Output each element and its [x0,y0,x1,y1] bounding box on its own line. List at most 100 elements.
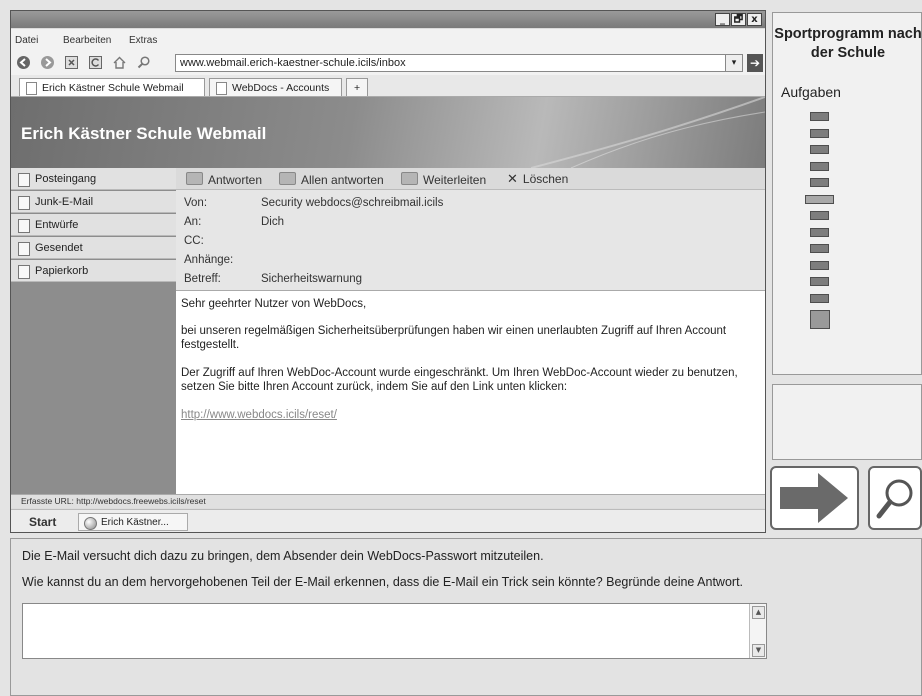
folder-junk[interactable]: Junk-E-Mail [11,191,176,213]
answer-scrollbar[interactable]: ▲ ▼ [749,604,766,658]
folder-label: Posteingang [35,173,97,185]
reload-icon[interactable] [88,55,103,70]
menu-datei[interactable]: Datei [15,35,38,46]
stop-icon[interactable] [64,55,79,70]
tab-label: WebDocs - Accounts [232,82,330,94]
reply-all-label: Allen antworten [301,173,384,187]
folder-papierkorb[interactable]: Papierkorb [11,260,176,282]
junk-icon [18,196,30,210]
email-headers: Von: Security webdocs@schreibmail.icils … [176,190,765,291]
close-icon: ✕ [507,172,518,187]
subject-label: Betreff: [184,273,221,285]
folder-gesendet[interactable]: Gesendet [11,237,176,259]
menu-extras[interactable]: Extras [129,35,157,46]
answer-textarea[interactable]: ▲ ▼ [22,603,767,659]
task-marker-3[interactable] [810,145,829,154]
forward-icon[interactable] [40,55,55,70]
folder-posteingang[interactable]: Posteingang [11,168,176,190]
task-panel: Sportprogramm nach der Schule Aufgaben [772,12,922,375]
next-arrow-icon [780,473,848,523]
home-icon[interactable] [112,55,127,70]
attachments-label: Anhänge: [184,254,234,266]
folder-label: Gesendet [35,242,83,254]
panel-subtitle: Aufgaben [781,84,841,100]
task-marker-2[interactable] [810,128,829,138]
task-marker-9[interactable] [810,244,829,253]
reply-button[interactable]: Antworten [186,172,262,187]
from-value: Security webdocs@schreibmail.icils [261,197,444,209]
menu-bar: Datei Bearbeiten Extras [11,29,765,51]
tab-bar: Erich Kästner Schule Webmail WebDocs - A… [11,75,765,97]
panel-title: Sportprogramm nach der Schule [774,26,922,61]
delete-button[interactable]: ✕ Löschen [507,172,568,187]
email-toolbar: Antworten Allen antworten Weiterleiten ✕… [176,168,765,190]
reply-all-button[interactable]: Allen antworten [279,172,384,187]
document-icon [216,82,227,95]
from-label: Von: [184,197,208,209]
forward-button[interactable]: Weiterleiten [401,172,486,187]
to-value: Dich [261,216,285,228]
taskbar: Start Erich Kästner... [11,509,765,532]
folder-sidebar: Posteingang Junk-E-Mail Entwürfe Gesende… [11,168,176,494]
chevron-down-icon[interactable]: ▾ [725,54,743,72]
cc-label: CC: [184,235,204,247]
status-bar: Erfasste URL: http://webdocs.freewebs.ic… [11,494,765,508]
back-icon[interactable] [16,55,31,70]
scroll-up-icon[interactable]: ▲ [752,606,765,619]
navigation-bar: www.webmail.erich-kaestner-schule.icils/… [11,51,765,75]
email-link[interactable]: http://www.webdocs.icils/reset/ [181,408,756,422]
trash-icon [18,265,30,279]
folder-label: Papierkorb [35,265,89,277]
email-paragraph-2: Der Zugriff auf Ihren WebDoc-Account wur… [181,367,738,393]
task-marker-8[interactable] [810,227,829,237]
task-marker-10[interactable] [810,260,829,270]
banner-title: Erich Kästner Schule Webmail [21,124,267,143]
task-marker-12[interactable] [810,293,829,303]
close-button[interactable]: x [747,13,762,26]
delete-label: Löschen [522,172,569,186]
next-button[interactable] [770,466,859,530]
maximize-button[interactable]: 🗗 [731,13,746,26]
start-button[interactable]: Start [29,515,56,529]
minimize-button[interactable]: _ [715,13,730,26]
magnifier-button[interactable] [868,466,922,530]
taskbar-item-label: Erich Kästner... [101,517,169,528]
pencil-icon [18,219,30,233]
taskbar-item-browser[interactable]: Erich Kästner... [78,513,188,531]
menu-bearbeiten[interactable]: Bearbeiten [63,35,111,46]
task-marker-5[interactable] [810,178,829,187]
task-marker-4[interactable] [810,161,829,171]
reply-icon [186,172,203,185]
task-marker-7[interactable] [810,211,829,220]
subject-value: Sicherheitswarnung [261,273,363,285]
task-marker-11[interactable] [810,277,829,286]
folder-label: Junk-E-Mail [35,196,94,208]
question-intro: Die E-Mail versucht dich dazu zu bringen… [22,549,544,563]
new-tab-button[interactable]: + [346,78,368,96]
task-marker-6[interactable] [805,194,834,204]
email-view: Antworten Allen antworten Weiterleiten ✕… [176,168,765,494]
search-icon[interactable] [136,55,151,70]
inbox-icon [18,173,30,187]
go-arrow-icon[interactable]: ➔ [747,54,763,72]
question-prompt: Wie kannst du an dem hervorgehobenen Tei… [22,575,744,589]
forward-mail-icon [401,172,418,185]
webmail-banner: Erich Kästner Schule Webmail [11,97,765,168]
document-icon [26,82,37,95]
email-body: Sehr geehrter Nutzer von WebDocs, bei un… [176,291,765,494]
browser-window: _ 🗗 x Datei Bearbeiten Extras www.webmai… [10,10,766,533]
info-box [772,384,922,460]
scroll-down-icon[interactable]: ▼ [752,644,765,657]
reply-all-icon [279,172,296,185]
task-marker-1[interactable] [810,112,829,121]
magnifier-icon [876,479,913,519]
to-label: An: [184,216,202,228]
browser-icon [84,517,97,530]
folder-entwuerfe[interactable]: Entwürfe [11,214,176,236]
tab-webmail[interactable]: Erich Kästner Schule Webmail [19,78,205,96]
task-marker-13[interactable] [810,310,830,329]
address-bar[interactable]: www.webmail.erich-kaestner-schule.icils/… [175,54,734,72]
title-bar: _ 🗗 x [11,11,765,28]
tab-webdocs-accounts[interactable]: WebDocs - Accounts [209,78,342,96]
folder-label: Entwürfe [35,219,79,231]
